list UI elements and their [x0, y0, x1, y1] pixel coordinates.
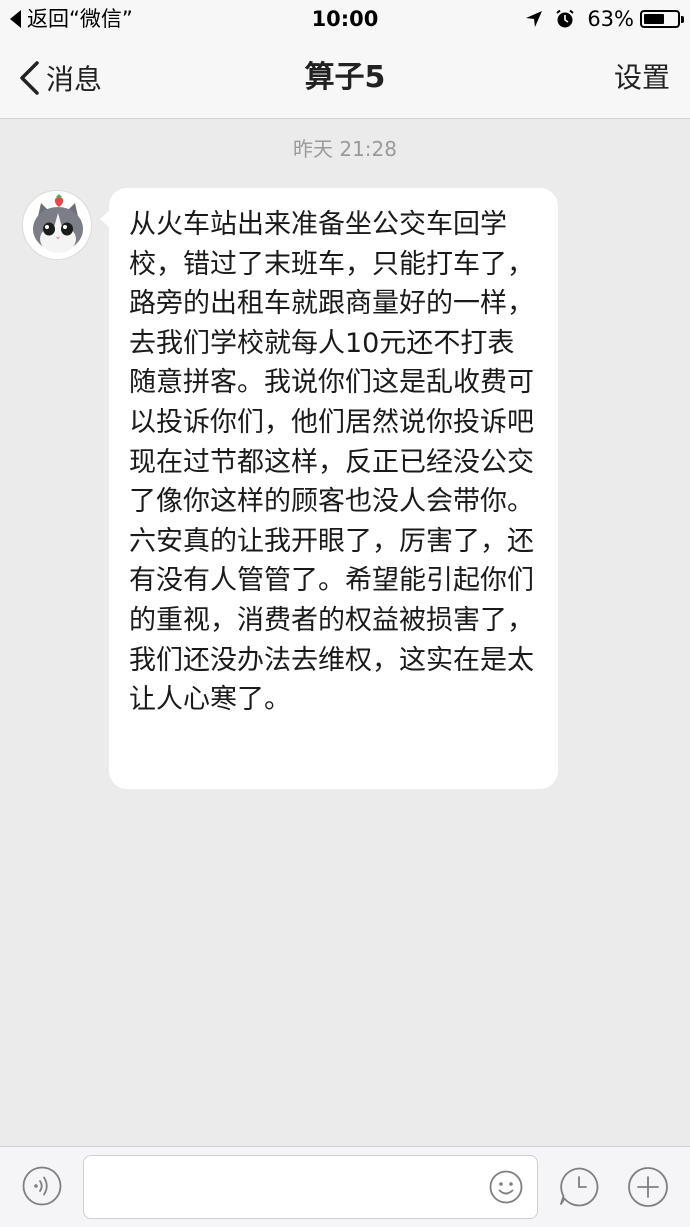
chat-header: 消息 算子5 设置	[0, 38, 690, 119]
alarm-clock-icon	[556, 9, 574, 28]
message-text: 从火车站出来准备坐公交车回学校，错过了末班车，只能打车了，路旁的出租车就跟商量好…	[129, 209, 534, 716]
plus-icon	[628, 1167, 668, 1207]
battery-percent: 63%	[587, 7, 634, 31]
status-bar: 返回“微信” 10:00 63%	[0, 0, 690, 38]
cat-avatar-icon	[23, 191, 91, 259]
status-indicators: 63%	[525, 6, 684, 32]
battery-icon	[640, 10, 684, 28]
settings-button[interactable]: 设置	[614, 58, 670, 98]
input-bar	[0, 1146, 690, 1227]
page-title: 算子5	[304, 60, 386, 95]
voice-icon	[22, 1166, 62, 1206]
emoji-button[interactable]	[489, 1170, 523, 1204]
message-bubble[interactable]: 从火车站出来准备坐公交车回学校，错过了末班车，只能打车了，路旁的出租车就跟商量好…	[100, 188, 558, 789]
avatar[interactable]	[22, 190, 92, 260]
more-button[interactable]	[627, 1166, 669, 1208]
voice-button[interactable]	[22, 1166, 62, 1206]
clock-icon	[560, 1167, 599, 1207]
message-timestamp: 昨天 21:28	[293, 137, 397, 161]
location-arrow-icon	[526, 11, 543, 27]
emoji-icon	[489, 1170, 523, 1204]
message-input[interactable]	[83, 1155, 538, 1219]
clock-button[interactable]	[558, 1166, 600, 1208]
battery-level	[644, 14, 664, 24]
